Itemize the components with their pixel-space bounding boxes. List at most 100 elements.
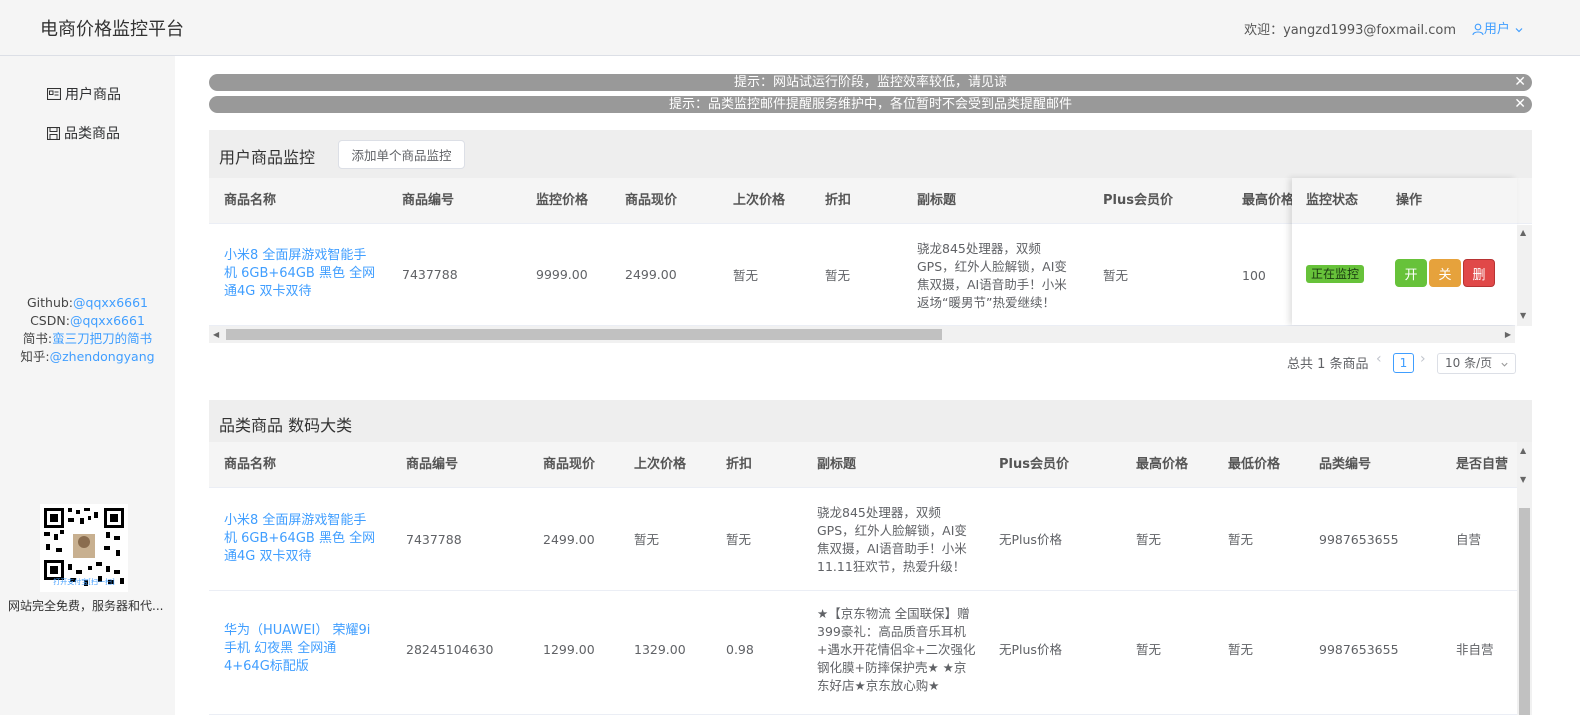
max-price: 暂无 [1136, 532, 1162, 547]
id-card-icon [47, 88, 61, 100]
page-size-select[interactable]: 10 条/页 [1437, 353, 1516, 374]
github-prefix: Github: [26, 295, 74, 310]
col-category-id: 品类编号 [1319, 457, 1372, 472]
sidebar: 用户商品 品类商品 Github:@qqxx6661 CSDN:@qqxx666… [0, 56, 175, 715]
app-title: 电商价格监控平台 [40, 19, 184, 40]
table-row: 华为（HUAWEI） 荣耀9i手机 幻夜黑 全网通4+64G标配版 282451… [209, 591, 1517, 715]
pagination-total: 总共 1 条商品 [1287, 357, 1369, 372]
user-table-vscroll[interactable]: ▲ ▼ [1517, 225, 1532, 326]
close-icon[interactable]: ✕ [1514, 96, 1526, 113]
user-icon [1472, 23, 1484, 36]
close-icon[interactable]: ✕ [1514, 74, 1526, 91]
social-links: Github:@qqxx6661 CSDN:@qqxx6661 简书:蛮三刀把刀… [0, 294, 175, 366]
scroll-thumb[interactable] [1519, 508, 1530, 715]
scroll-up-icon[interactable]: ▲ [1520, 228, 1526, 237]
alert-text: 提示：网站试运行阶段，监控效率较低，请见谅 [733, 75, 1007, 90]
scroll-up-icon[interactable]: ▲ [1520, 446, 1526, 455]
prev-page-icon[interactable]: ‹ [1376, 351, 1382, 367]
table-row: 小米8 全面屏游戏智能手机 6GB+64GB 黑色 全网通4G 双卡双待 743… [209, 489, 1517, 591]
col-current-price: 商品现价 [543, 457, 596, 472]
last-price: 暂无 [733, 268, 759, 283]
min-price: 暂无 [1228, 532, 1254, 547]
category-id: 9987653655 [1319, 642, 1399, 657]
col-discount: 折扣 [726, 457, 753, 472]
col-id: 商品编号 [406, 457, 459, 472]
max-price: 100 [1242, 268, 1266, 283]
scroll-down-icon[interactable]: ▼ [1520, 475, 1526, 484]
save-icon [47, 126, 60, 140]
plus-price: 无Plus价格 [999, 532, 1062, 547]
col-name: 商品名称 [224, 457, 277, 472]
current-price: 2499.00 [543, 532, 595, 547]
col-id: 商品编号 [402, 193, 455, 208]
category-table-header: 商品名称 商品编号 商品现价 上次价格 折扣 副标题 Plus会员价 最高价格 … [209, 442, 1517, 488]
discount: 0.98 [726, 642, 754, 657]
jianshu-prefix: 简书: [22, 331, 53, 346]
alert-maintenance: 提示：品类监控邮件提醒服务维护中，各位暂时不会受到品类提醒邮件 ✕ [209, 96, 1532, 113]
col-last-price: 上次价格 [733, 193, 786, 208]
scroll-right-icon[interactable]: ▶ [1505, 330, 1511, 339]
product-id: 7437788 [402, 267, 458, 282]
col-status: 监控状态 [1306, 193, 1359, 208]
current-price: 2499.00 [625, 267, 677, 282]
free-notice: 网站完全免费，服务器和代... [8, 599, 164, 613]
max-price: 暂无 [1136, 642, 1162, 657]
product-subtitle: 骁龙845处理器，双频GPS，红外人脸解锁，AI变焦双摄，AI语音助手！小米11… [817, 505, 967, 574]
add-product-button[interactable]: 添加单个商品监控 [338, 140, 465, 169]
section-title: 品类商品 数码大类 [219, 416, 353, 435]
discount: 暂无 [825, 268, 851, 283]
scroll-down-icon[interactable]: ▼ [1520, 311, 1526, 320]
min-price: 暂无 [1228, 642, 1254, 657]
csdn-link[interactable]: @qqxx6661 [70, 313, 145, 328]
sidebar-item-label: 用户商品 [65, 87, 121, 103]
alert-text: 提示：品类监控邮件提醒服务维护中，各位暂时不会受到品类提醒邮件 [668, 97, 1072, 112]
category-table-vscroll[interactable]: ▲ ▼ [1517, 442, 1532, 715]
col-subtitle: 副标题 [917, 193, 957, 208]
product-name-link[interactable]: 小米8 全面屏游戏智能手机 6GB+64GB 黑色 全网通4G 双卡双待 [224, 512, 379, 566]
next-page-icon[interactable]: › [1420, 351, 1426, 367]
qr-caption: 打开支付宝[扫一扫] [53, 578, 115, 586]
page-size-value: 10 条/页 [1445, 356, 1493, 370]
self-operated: 非自营 [1456, 642, 1494, 657]
col-plus-price: Plus会员价 [999, 457, 1069, 472]
product-name-link[interactable]: 小米8 全面屏游戏智能手机 6GB+64GB 黑色 全网通4G 双卡双待 [224, 247, 379, 301]
self-operated: 自营 [1456, 532, 1482, 547]
delete-button[interactable]: 删 [1463, 259, 1495, 287]
col-max-price: 最高价格 [1242, 193, 1292, 208]
product-name-link[interactable]: 华为（HUAWEI） 荣耀9i手机 幻夜黑 全网通4+64G标配版 [224, 622, 379, 676]
disable-button[interactable]: 关 [1429, 259, 1461, 287]
status-badge: 正在监控 [1306, 265, 1365, 283]
col-last-price: 上次价格 [634, 457, 687, 472]
github-link[interactable]: @qqxx6661 [73, 295, 148, 310]
current-price: 1299.00 [543, 642, 595, 657]
scroll-left-icon[interactable]: ◀ [213, 330, 219, 339]
chevron-down-icon [1501, 362, 1508, 367]
page-number[interactable]: 1 [1393, 353, 1414, 373]
enable-button[interactable]: 开 [1395, 259, 1427, 287]
welcome-text: 欢迎：yangzd1993@foxmail.com [1244, 23, 1456, 38]
product-id: 28245104630 [406, 642, 494, 657]
fixed-right-columns: 监控状态 操作 正在监控 开 关 删 [1292, 178, 1517, 325]
col-max-price: 最高价格 [1136, 457, 1189, 472]
col-current-price: 商品现价 [625, 193, 678, 208]
user-table-hscroll[interactable]: ◀ ▶ [209, 326, 1515, 343]
col-name: 商品名称 [224, 193, 277, 208]
product-subtitle: ★【京东物流 全国联保】赠399豪礼：高品质音乐耳机+遇水开花情侣伞+二次强化钢… [817, 606, 976, 693]
col-plus-price: Plus会员价 [1103, 193, 1173, 208]
user-menu-label: 用户 [1483, 22, 1510, 37]
jianshu-link[interactable]: 蛮三刀把刀的简书 [52, 331, 152, 346]
category-id: 9987653655 [1319, 532, 1399, 547]
zhihu-link[interactable]: @zhendongyang [50, 349, 155, 364]
sidebar-item-user-products[interactable]: 用户商品 [47, 84, 121, 104]
sidebar-item-category-products[interactable]: 品类商品 [47, 123, 120, 143]
product-id: 7437788 [406, 532, 462, 547]
col-self-operated: 是否自营 [1456, 457, 1509, 472]
scroll-thumb[interactable] [226, 329, 942, 340]
user-menu[interactable]: 用户 [1472, 18, 1524, 37]
col-monitor-price: 监控价格 [536, 193, 589, 208]
top-header: 电商价格监控平台 欢迎：yangzd1993@foxmail.com 用户 [0, 0, 1580, 56]
alert-trial: 提示：网站试运行阶段，监控效率较低，请见谅 ✕ [209, 74, 1532, 91]
col-actions: 操作 [1396, 193, 1423, 208]
last-price: 1329.00 [634, 642, 686, 657]
zhihu-prefix: 知乎: [20, 349, 50, 364]
